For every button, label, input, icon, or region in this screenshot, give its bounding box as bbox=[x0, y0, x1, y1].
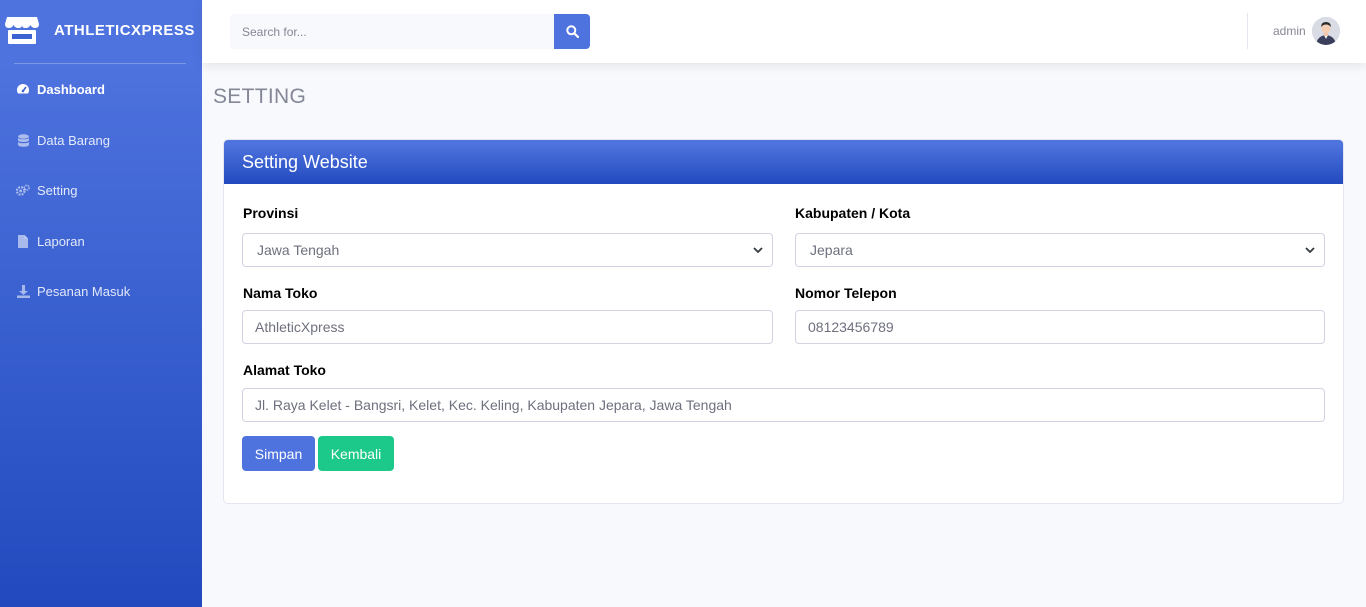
brand[interactable]: ATHLETICXPRESS bbox=[0, 0, 202, 63]
provinsi-select[interactable]: Jawa Tengah bbox=[242, 233, 773, 267]
nomor-telepon-input[interactable]: 08123456789 bbox=[795, 310, 1325, 344]
sidebar: ATHLETICXPRESS Dashboard Data Barang Set… bbox=[0, 0, 202, 607]
kabupaten-select[interactable]: Jepara bbox=[795, 233, 1325, 267]
kembali-button[interactable]: Kembali bbox=[318, 436, 394, 471]
nama-toko-label: Nama Toko bbox=[243, 285, 318, 301]
sidebar-item-dashboard[interactable]: Dashboard bbox=[0, 69, 202, 109]
database-icon bbox=[16, 133, 30, 147]
store-icon bbox=[5, 17, 39, 44]
sidebar-item-label: Dashboard bbox=[37, 81, 105, 97]
kabupaten-label: Kabupaten / Kota bbox=[795, 205, 911, 221]
search-bar bbox=[230, 14, 590, 49]
nama-toko-input[interactable]: AthleticXpress bbox=[242, 310, 773, 344]
chevron-down-icon bbox=[1305, 247, 1315, 254]
card-title: Setting Website bbox=[242, 151, 368, 172]
provinsi-label: Provinsi bbox=[243, 205, 299, 221]
nama-toko-value: AthleticXpress bbox=[255, 319, 345, 335]
avatar[interactable] bbox=[1312, 17, 1340, 45]
sidebar-item-label: Setting bbox=[37, 182, 78, 198]
download-icon bbox=[16, 284, 30, 298]
topbar-divider bbox=[1247, 13, 1248, 49]
search-button[interactable] bbox=[554, 14, 590, 49]
sidebar-item-laporan[interactable]: Laporan bbox=[0, 221, 202, 261]
topbar: admin bbox=[202, 0, 1366, 63]
sidebar-item-pesanan-masuk[interactable]: Pesanan Masuk bbox=[0, 271, 202, 311]
cogs-icon bbox=[16, 183, 30, 197]
sidebar-item-label: Data Barang bbox=[37, 132, 110, 148]
simpan-button[interactable]: Simpan bbox=[242, 436, 315, 471]
sidebar-divider bbox=[14, 63, 186, 64]
alamat-toko-input[interactable]: Jl. Raya Kelet - Bangsri, Kelet, Kec. Ke… bbox=[242, 388, 1325, 422]
page-title: SETTING bbox=[213, 85, 307, 108]
kabupaten-value: Jepara bbox=[810, 242, 853, 258]
sidebar-item-data-barang[interactable]: Data Barang bbox=[0, 120, 202, 160]
chevron-down-icon bbox=[753, 247, 763, 254]
brand-name: ATHLETICXPRESS bbox=[54, 22, 195, 39]
tachometer-icon bbox=[16, 82, 30, 96]
alamat-toko-value: Jl. Raya Kelet - Bangsri, Kelet, Kec. Ke… bbox=[255, 397, 732, 413]
sidebar-item-label: Laporan bbox=[37, 233, 85, 249]
file-icon bbox=[16, 234, 30, 248]
user-name[interactable]: admin bbox=[1273, 24, 1306, 38]
sidebar-item-label: Pesanan Masuk bbox=[37, 283, 131, 299]
search-icon bbox=[565, 25, 579, 38]
sidebar-item-setting[interactable]: Setting bbox=[0, 170, 202, 210]
card-header: Setting Website bbox=[224, 140, 1343, 184]
nomor-telepon-value: 08123456789 bbox=[808, 319, 894, 335]
nomor-telepon-label: Nomor Telepon bbox=[795, 285, 897, 301]
search-input[interactable] bbox=[230, 14, 554, 49]
provinsi-value: Jawa Tengah bbox=[257, 242, 340, 258]
setting-card: Setting Website Provinsi Jawa Tengah Kab… bbox=[223, 139, 1344, 504]
alamat-toko-label: Alamat Toko bbox=[243, 362, 326, 378]
